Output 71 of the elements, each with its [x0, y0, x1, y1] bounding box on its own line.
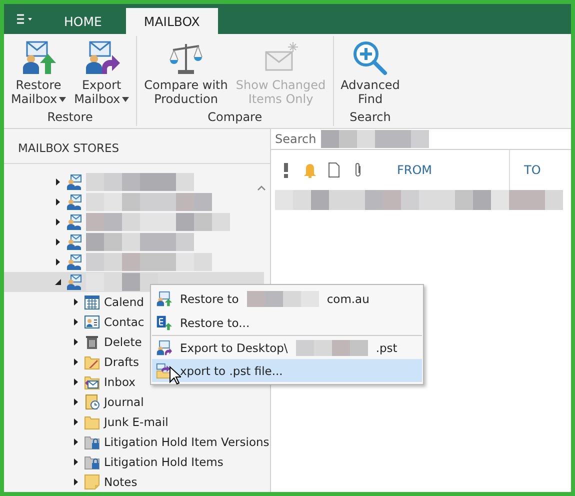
folder-label[interactable]: Litigation Hold Item Versions: [104, 435, 270, 449]
folder-icon: [84, 414, 100, 430]
ribbon-button[interactable]: Advanced Find: [338, 40, 403, 110]
mailbox-restore-icon: [20, 40, 57, 76]
group-label: Search: [350, 110, 391, 124]
exchange-restore-icon: [156, 314, 172, 330]
caret-icon: [59, 97, 66, 102]
bell-icon: [303, 162, 317, 178]
mailbox-export-icon: [156, 340, 172, 356]
journal-clock-icon: [84, 394, 100, 410]
note-icon: [84, 474, 100, 490]
folder-label[interactable]: Drafts: [104, 355, 139, 369]
collapsed-arrow-icon[interactable]: [72, 298, 80, 306]
inbox-icon: [84, 374, 100, 390]
document-icon: [327, 162, 341, 178]
scroll-up-icon[interactable]: [257, 185, 266, 191]
collapsed-arrow-icon[interactable]: [72, 438, 80, 446]
collapsed-arrow-icon[interactable]: [54, 178, 62, 186]
folder-label[interactable]: Inbox: [104, 375, 136, 389]
mailbox-icon: [66, 214, 82, 230]
collapsed-arrow-icon[interactable]: [72, 338, 80, 346]
collapsed-arrow-icon[interactable]: [72, 378, 80, 386]
collapsed-arrow-icon[interactable]: [72, 418, 80, 426]
zoom-in-icon: [352, 40, 388, 76]
mailbox-icon: [66, 174, 82, 190]
calendar-icon: [84, 294, 100, 310]
folder-label[interactable]: Journal: [104, 395, 144, 409]
contact-card-icon: [84, 314, 100, 330]
collapsed-arrow-icon[interactable]: [54, 218, 62, 226]
mailbox-export-icon: [84, 40, 120, 76]
locked-folder-icon: [84, 434, 100, 450]
ribbon-tab[interactable]: MAILBOX: [126, 8, 218, 34]
folder-label[interactable]: Notes: [104, 475, 138, 489]
menu-item[interactable]: Restore to...: [152, 310, 422, 336]
mailbox-icon: [66, 254, 82, 270]
expanded-arrow-icon[interactable]: [54, 278, 62, 286]
mailbox-icon: [66, 234, 82, 250]
blurred-text: [86, 273, 158, 291]
ribbon-button[interactable]: Compare with Production: [141, 40, 231, 110]
folder-pencil-icon: [84, 354, 100, 370]
folder-label[interactable]: Calend: [104, 295, 144, 309]
folder-label[interactable]: Litigation Hold Items: [104, 455, 224, 469]
collapsed-arrow-icon[interactable]: [54, 258, 62, 266]
menu-item[interactable]: xport to .pst file...: [152, 359, 422, 382]
ribbon-tab[interactable]: HOME: [46, 8, 120, 34]
mailbox-icon: [66, 274, 82, 290]
ribbon-button[interactable]: Export Mailbox: [71, 40, 132, 110]
group-label: Restore: [47, 110, 93, 124]
collapsed-arrow-icon[interactable]: [72, 458, 80, 466]
column-header[interactable]: TO: [524, 163, 541, 177]
menu-item[interactable]: Restore to com.au: [152, 287, 422, 310]
locked-folder-icon: [84, 454, 100, 470]
folder-label[interactable]: Delete: [104, 335, 142, 349]
trash-icon: [84, 334, 100, 350]
collapsed-arrow-icon[interactable]: [72, 358, 80, 366]
collapsed-arrow-icon[interactable]: [72, 318, 80, 326]
mailbox-icon: [66, 194, 82, 210]
caret-icon: [122, 97, 130, 102]
group-label: Compare: [208, 110, 262, 124]
collapsed-arrow-icon[interactable]: [54, 238, 62, 246]
menu-icon: [16, 14, 34, 24]
search-field[interactable]: Search: [275, 132, 321, 146]
folder-label[interactable]: Contac: [104, 315, 144, 329]
pane-title: MAILBOX STORES: [18, 141, 120, 155]
collapsed-arrow-icon[interactable]: [72, 398, 80, 406]
mailbox-restore-icon: [156, 290, 172, 306]
collapsed-arrow-icon[interactable]: [54, 198, 62, 206]
collapsed-arrow-icon[interactable]: [72, 478, 80, 486]
menu-item[interactable]: Export to Desktop\ .pst: [152, 336, 422, 359]
folder-label[interactable]: Junk E-mail: [104, 415, 168, 429]
ribbon-button[interactable]: Restore Mailbox: [8, 40, 70, 110]
